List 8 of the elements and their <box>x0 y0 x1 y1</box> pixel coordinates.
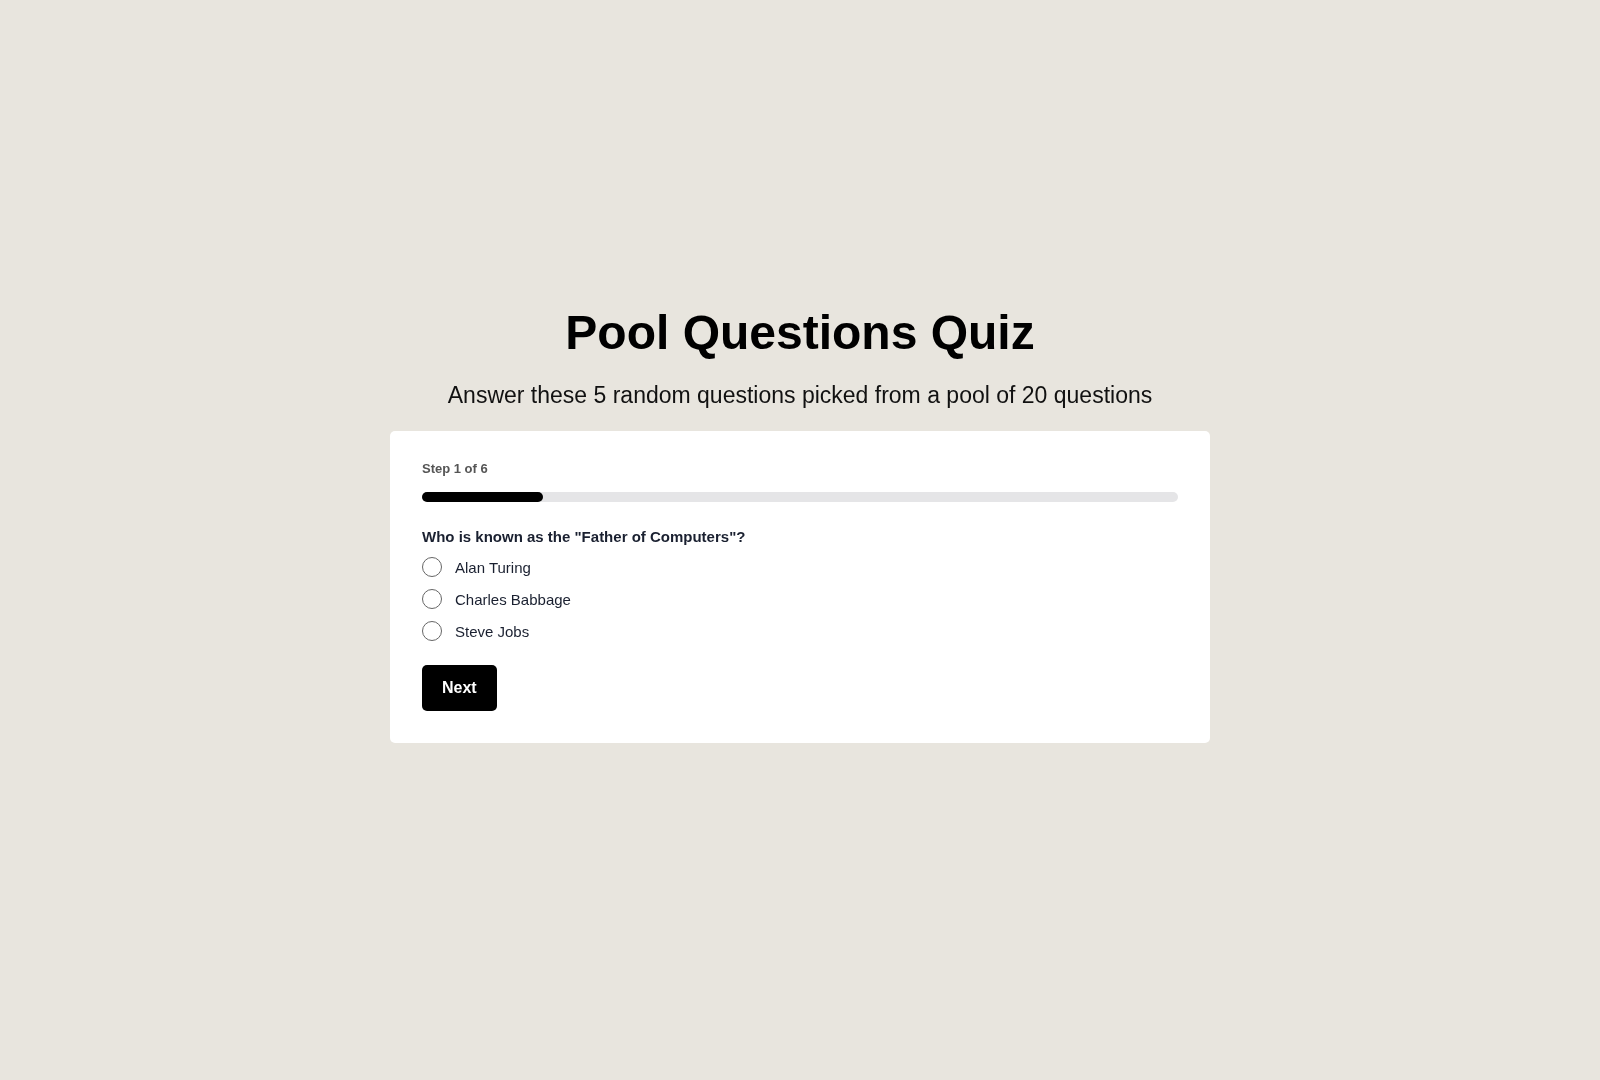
option-label[interactable]: Charles Babbage <box>455 590 571 608</box>
next-button[interactable]: Next <box>422 665 497 711</box>
quiz-title: Pool Questions Quiz <box>565 305 1035 360</box>
quiz-subtitle: Answer these 5 random questions picked from a pool of 20 questions <box>447 382 1153 409</box>
option-label[interactable]: Alan Turing <box>455 558 531 576</box>
question-text: Who is known as the "Father of Computers"? <box>422 528 747 545</box>
step-label: Step 1 of 6 <box>422 461 489 476</box>
option-label[interactable]: Steve Jobs <box>455 622 530 640</box>
